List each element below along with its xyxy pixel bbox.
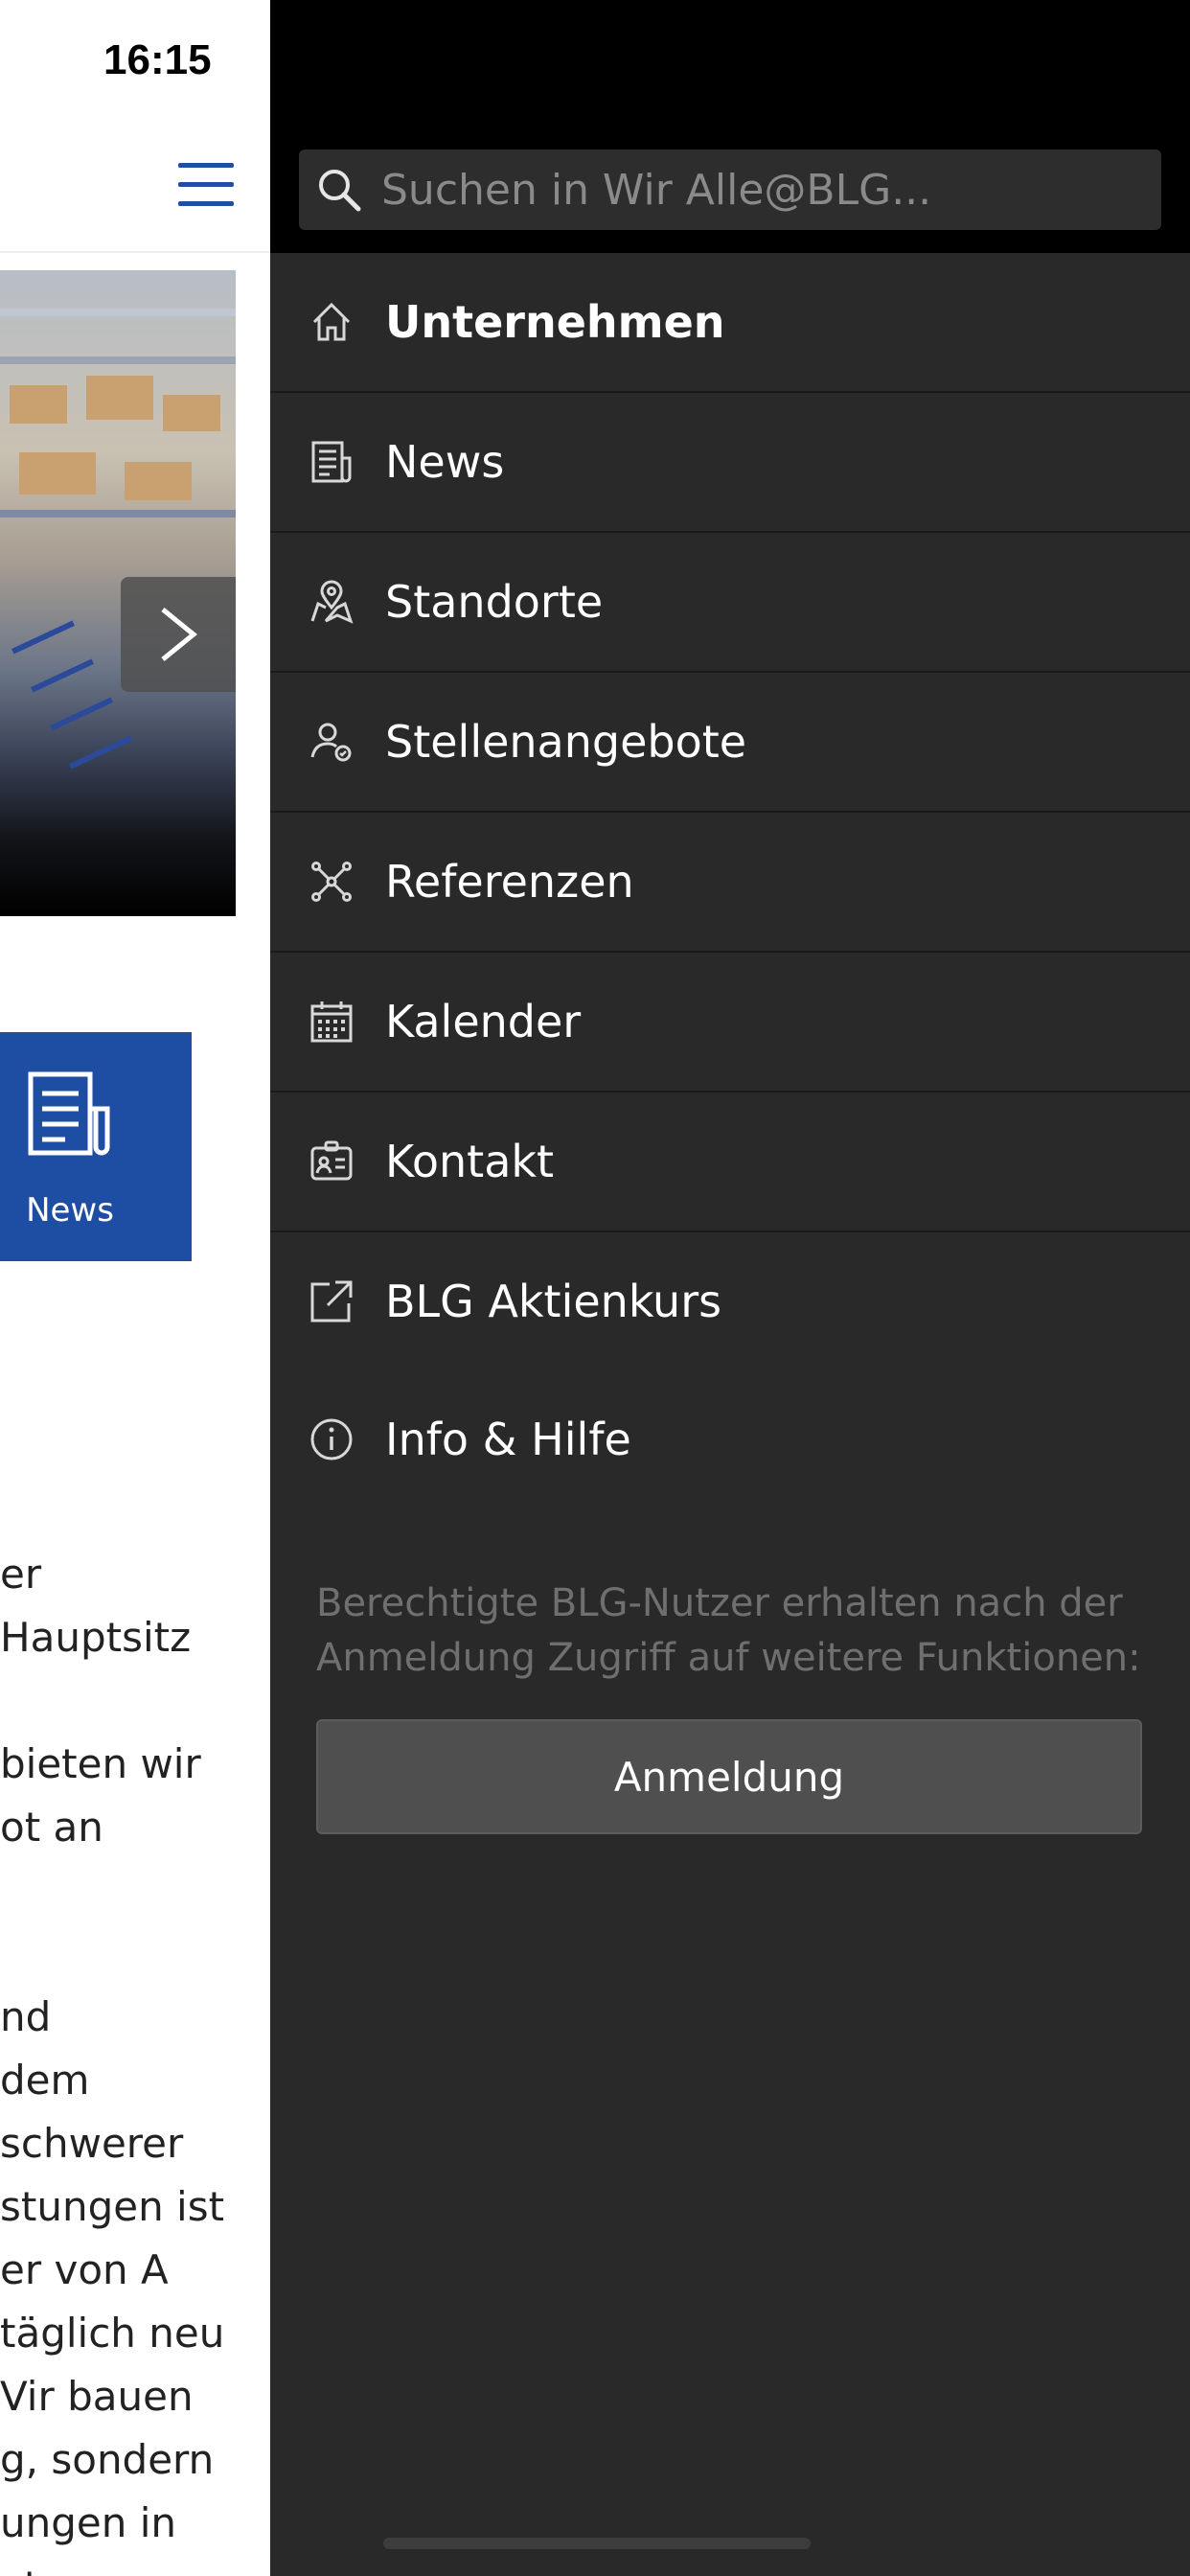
home-indicator[interactable] [383,2538,811,2549]
body-text-line: er von A [0,2246,169,2293]
menu-item-label: BLG Aktienkurs [385,1276,722,1327]
network-icon [311,862,352,902]
status-time: 16:15 [103,36,212,83]
body-text-line [0,1859,270,1922]
menu-item-kalender[interactable]: Kalender [270,953,1190,1092]
header-divider [0,251,270,253]
menu-item-kontakt[interactable]: Kontakt [270,1092,1190,1232]
menu-item-label: Referenzen [385,856,634,908]
body-text-line: nd [0,1993,52,2040]
drawer-menu: Unternehmen News Standorte Stellenangebo… [270,253,1190,1508]
drawer-header [270,0,1190,253]
carousel-next-button[interactable] [121,577,236,692]
menu-item-label: Kalender [385,996,582,1047]
body-text-line: er [0,1551,42,1598]
info-icon [310,1418,353,1460]
body-text-line: täglich neu [0,2310,225,2357]
search-bar[interactable] [299,150,1161,230]
jobs-icon [310,723,352,762]
body-text-line: stungen ist [0,2183,225,2230]
menu-item-standorte[interactable]: Standorte [270,533,1190,673]
body-text-line: xternen [0,2555,270,2576]
newspaper-icon [311,441,352,483]
body-text: er Hauptsitz bieten wir ot an nd dem schwerer… [0,1543,270,2576]
menu-item-label: Kontakt [385,1136,555,1187]
body-text-line: dem [0,2057,90,2104]
body-text-line: g, sondern [0,2436,215,2483]
menu-item-referenzen[interactable]: Referenzen [270,813,1190,953]
home-icon [312,302,351,341]
body-text-line: ungen in [0,2499,176,2546]
body-text-line: ot an [0,1804,103,1851]
menu-item-label: News [385,436,505,488]
menu-item-stellenangebote[interactable]: Stellenangebote [270,673,1190,813]
navigation-drawer: Unternehmen News Standorte [270,0,1190,2576]
body-text-line [0,1922,270,1986]
background-page: 16:15 News er Hauptsitz bieten wir ot an… [0,0,270,2576]
login-hint-text: Berechtigte BLG-Nutzer erhalten nach der… [316,1581,1141,1680]
menu-item-label: Standorte [385,576,604,628]
search-icon [319,170,361,212]
hero-image [0,270,236,916]
menu-item-news[interactable]: News [270,393,1190,533]
body-text-line [0,1669,270,1733]
login-button[interactable]: Anmeldung [316,1719,1142,1834]
external-link-icon [310,1280,353,1322]
newspaper-icon [28,1071,110,1156]
chevron-right-icon [161,608,197,661]
hamburger-menu-icon[interactable] [178,163,234,207]
map-pin-icon [310,580,354,624]
body-text-line: schwerer [0,2120,184,2167]
calendar-icon [310,1001,353,1043]
contact-card-icon [310,1140,353,1181]
body-text-line: Hauptsitz [0,1614,192,1661]
news-tile-label: News [26,1191,114,1230]
menu-item-blg-aktienkurs[interactable]: BLG Aktienkurs [270,1232,1190,1370]
menu-item-label: Stellenangebote [385,716,747,768]
body-text-line: bieten wir [0,1740,201,1787]
menu-item-label: Unternehmen [385,296,725,348]
body-text-line: Vir bauen [0,2373,194,2420]
menu-item-label: Info & Hilfe [385,1414,631,1465]
menu-item-unternehmen[interactable]: Unternehmen [270,253,1190,393]
search-input[interactable] [381,150,1138,230]
menu-item-info-hilfe[interactable]: Info & Hilfe [270,1370,1190,1508]
news-tile[interactable]: News [0,1032,192,1261]
